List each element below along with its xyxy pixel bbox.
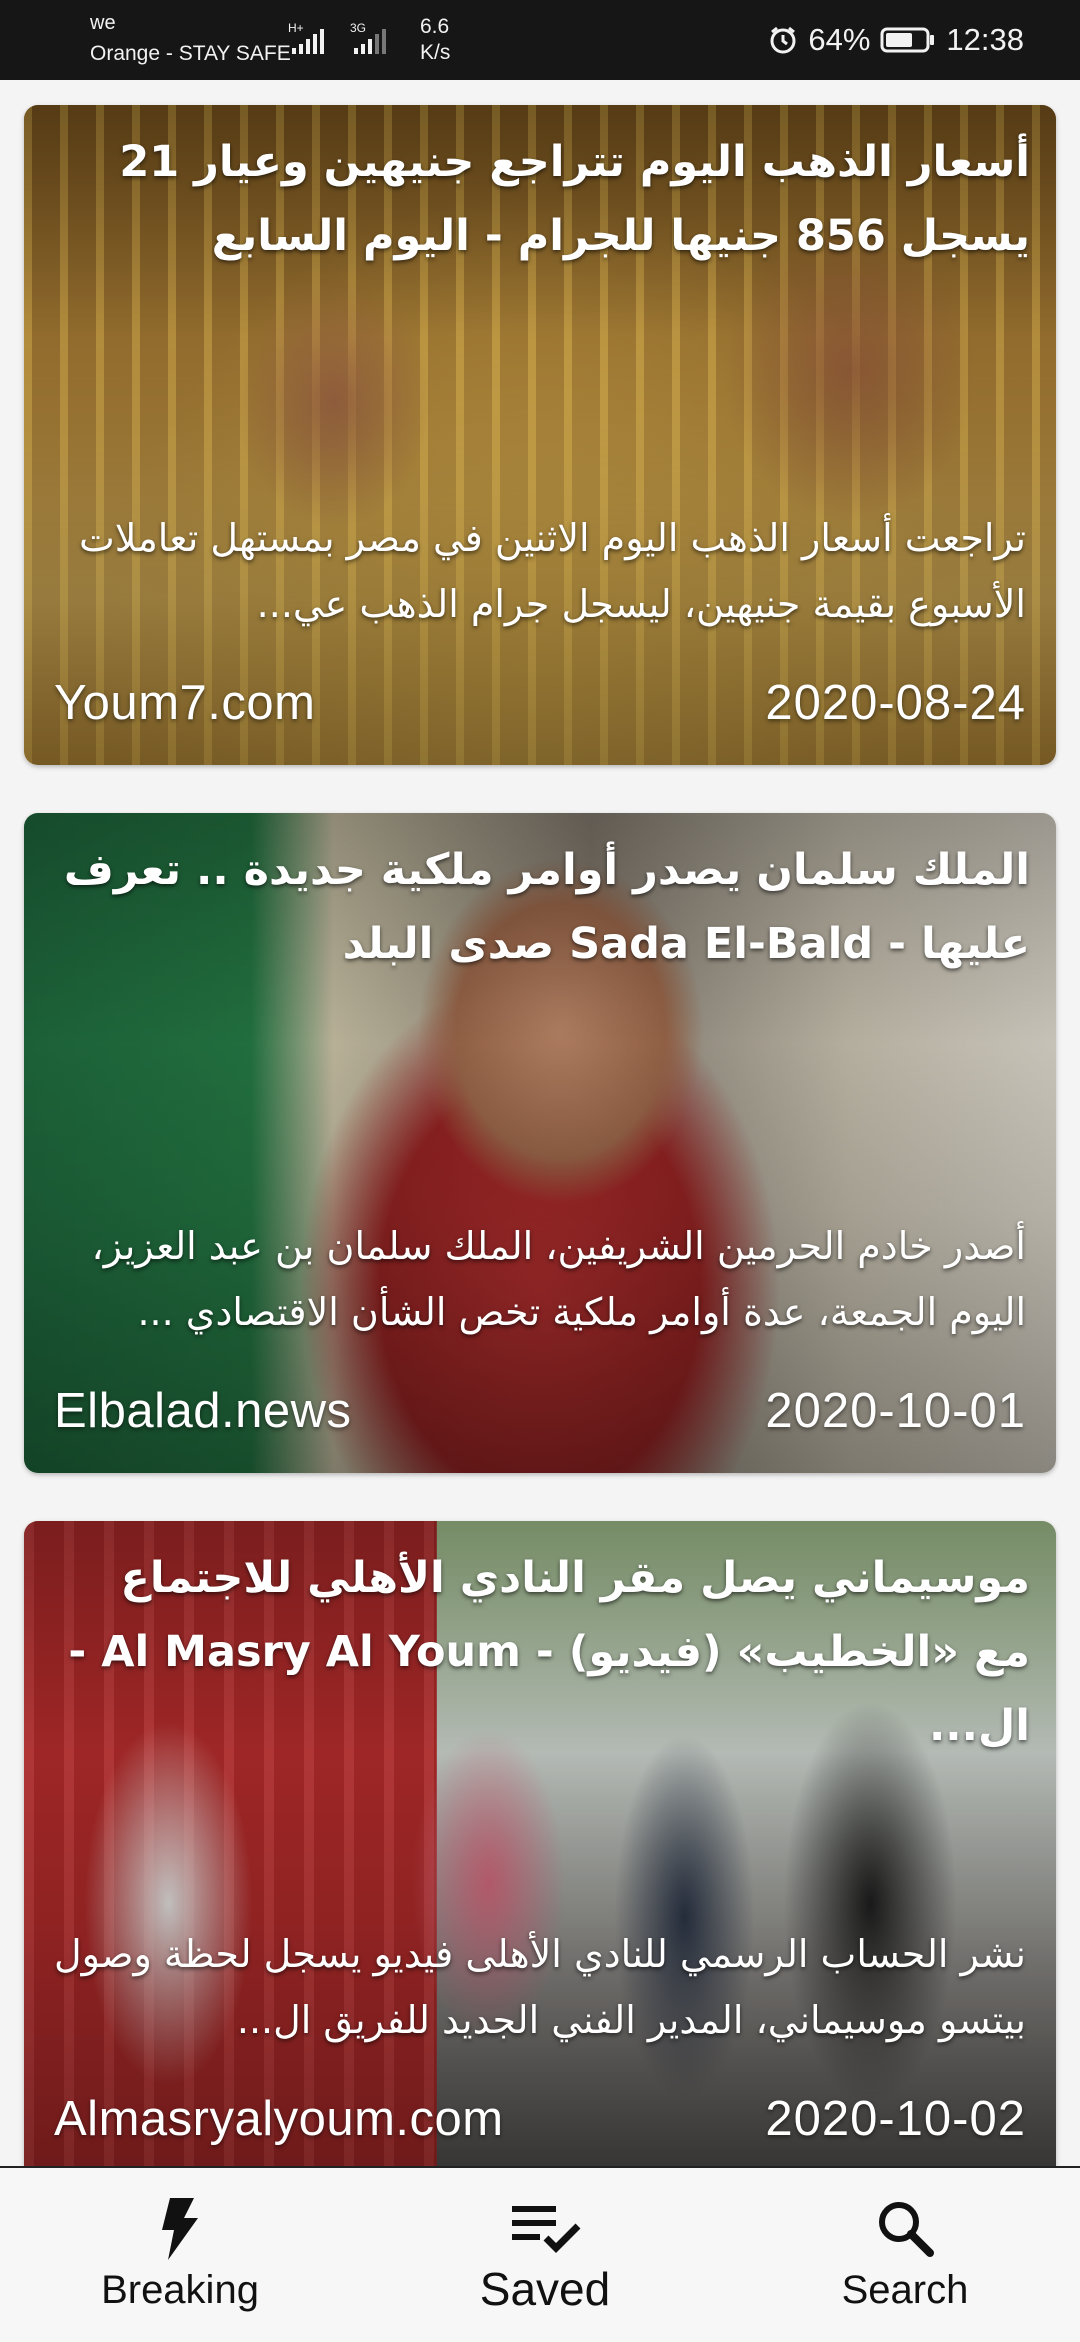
battery-icon xyxy=(880,26,936,54)
nav-search[interactable]: Search xyxy=(785,2168,1025,2342)
news-feed[interactable]: أسعار الذهب اليوم تتراجع جنيهين وعيار 21… xyxy=(0,80,1080,2166)
bottom-navigation: Breaking Saved Search xyxy=(0,2166,1080,2342)
nav-label: Saved xyxy=(479,2263,611,2315)
article-card[interactable]: الملك سلمان يصدر أوامر ملكية جديدة .. تع… xyxy=(24,813,1056,1473)
article-title[interactable]: موسيماني يصل مقر النادي الأهلي للاجتماع … xyxy=(52,1541,1030,1763)
nav-label: Breaking xyxy=(101,2268,259,2312)
article-date: 2020-08-24 xyxy=(765,676,1026,730)
article-description: تراجعت أسعار الذهب اليوم الاثنين في مصر … xyxy=(79,516,1026,626)
net-type-2: 3G xyxy=(350,21,366,35)
status-bar: we Orange - STAY SAFE H+ 3G 6.6 K/s 64% xyxy=(0,0,1080,80)
lightning-icon xyxy=(158,2198,202,2264)
saved-list-icon xyxy=(508,2198,582,2258)
article-title[interactable]: أسعار الذهب اليوم تتراجع جنيهين وعيار 21… xyxy=(52,125,1030,273)
nav-saved[interactable]: Saved xyxy=(425,2168,665,2342)
article-source: Almasryalyoum.com xyxy=(54,2092,504,2146)
article-card[interactable]: أسعار الذهب اليوم تتراجع جنيهين وعيار 21… xyxy=(24,105,1056,765)
speed-value: 6.6 xyxy=(420,15,450,38)
battery-percent: 64% xyxy=(808,22,871,57)
search-icon xyxy=(875,2198,935,2262)
nav-label: Search xyxy=(841,2268,969,2312)
net-type-1: H+ xyxy=(288,21,304,35)
alarm-icon xyxy=(768,25,798,55)
clock: 12:38 xyxy=(946,22,1024,57)
network-speed: 6.6 K/s xyxy=(420,14,450,66)
nav-breaking[interactable]: Breaking xyxy=(60,2168,300,2342)
article-description: أصدر خادم الحرمين الشريفين، الملك سلمان … xyxy=(91,1224,1026,1334)
status-right: 64% 12:38 xyxy=(768,18,1024,62)
article-description: نشر الحساب الرسمي للنادي الأهلى فيديو يس… xyxy=(53,1932,1026,2042)
article-date: 2020-10-02 xyxy=(765,2092,1026,2146)
signal-indicators: H+ 3G xyxy=(288,20,408,64)
article-card[interactable]: موسيماني يصل مقر النادي الأهلي للاجتماع … xyxy=(24,1521,1056,2166)
carrier-name: Orange - STAY SAFE xyxy=(90,42,291,65)
article-source: Youm7.com xyxy=(54,676,316,730)
article-title[interactable]: الملك سلمان يصدر أوامر ملكية جديدة .. تع… xyxy=(52,833,1030,981)
carrier-secondary: we xyxy=(90,12,116,34)
article-date: 2020-10-01 xyxy=(765,1384,1026,1438)
speed-unit: K/s xyxy=(420,41,451,64)
article-source: Elbalad.news xyxy=(54,1384,352,1438)
